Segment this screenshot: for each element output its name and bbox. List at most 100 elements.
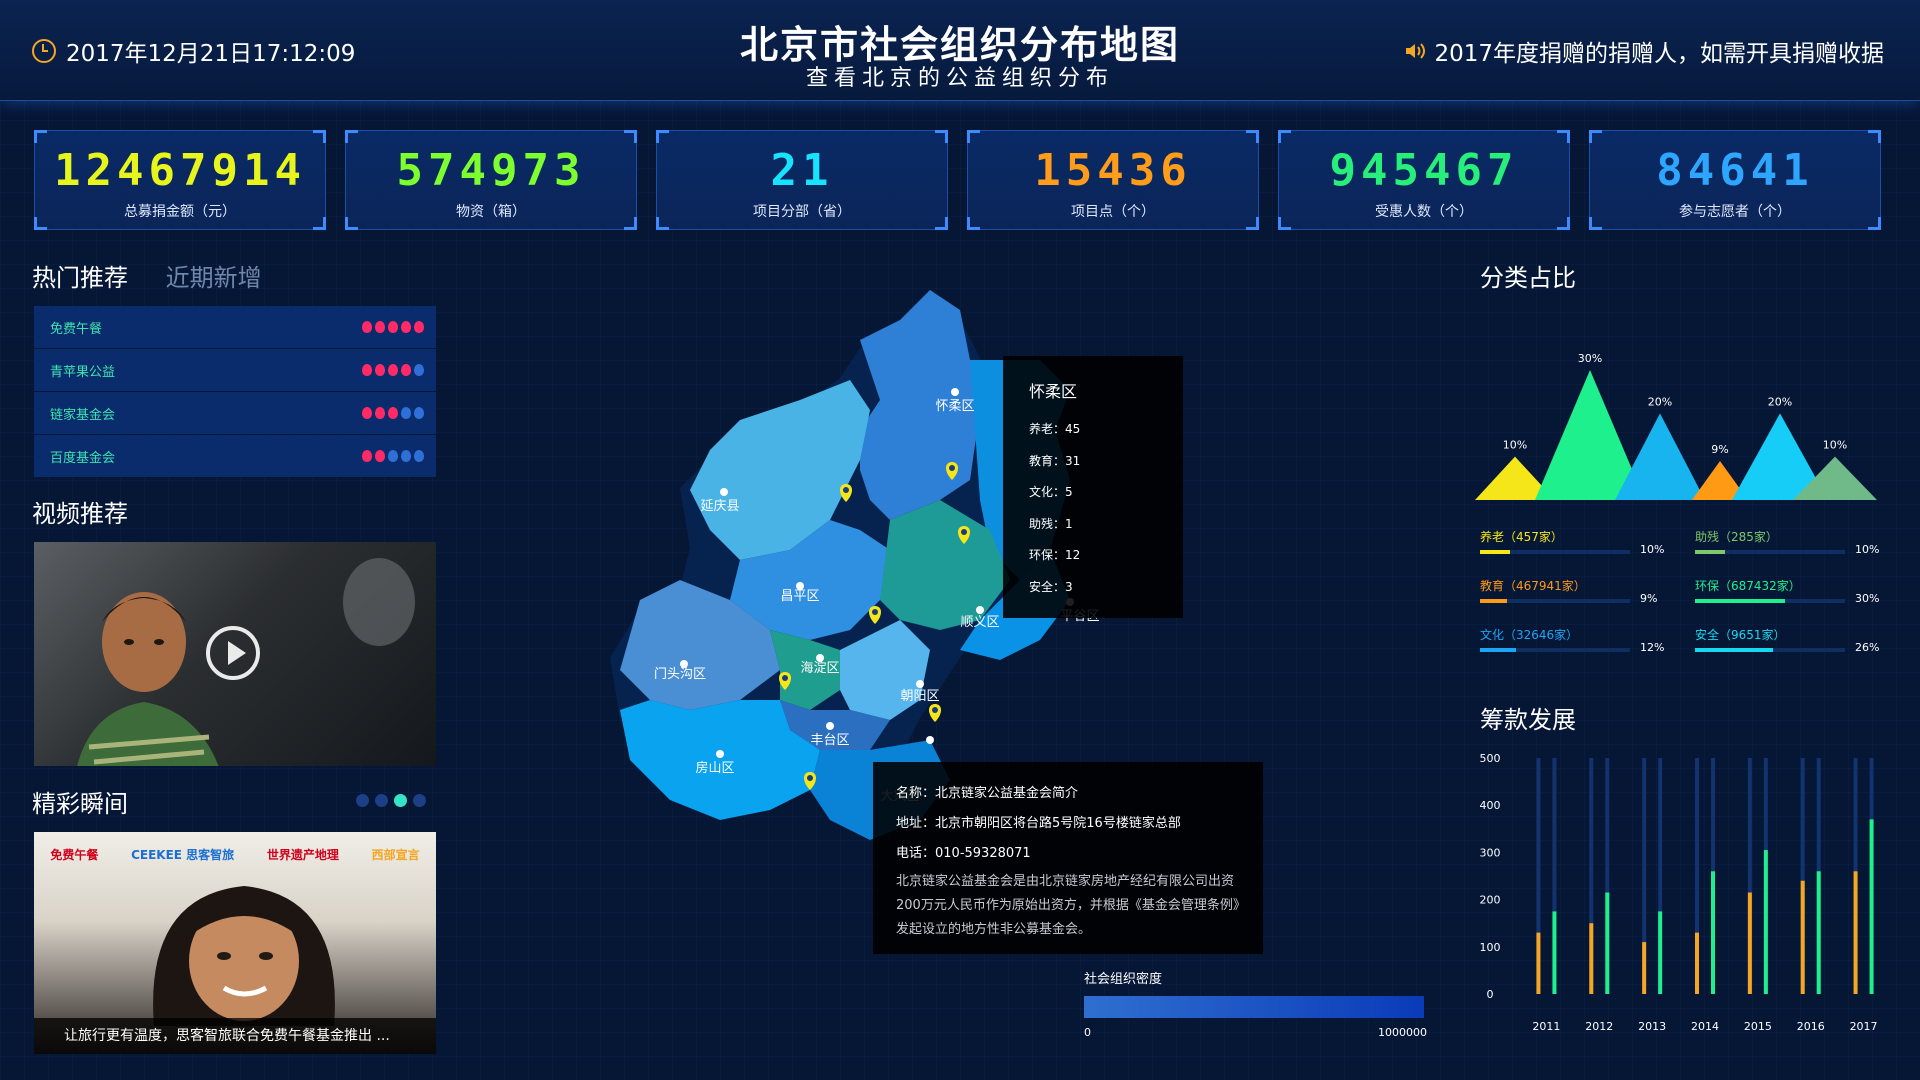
category-percent: 26% (1855, 641, 1880, 654)
hot-list: 免费午餐青苹果公益链家基金会百度基金会 (34, 306, 436, 478)
y-tick-label: 300 (1480, 846, 1501, 859)
district-dot[interactable] (916, 680, 924, 688)
video-player[interactable] (34, 542, 436, 766)
partner-logos: 免费午餐 CEEKEE 思客智旅 世界遗产地理 西部宣言 (34, 832, 436, 876)
recommend-tabs: 热门推荐 近期新增 (32, 258, 262, 293)
hot-list-item[interactable]: 百度基金会 (34, 435, 436, 477)
stat-card: 574973 物资（箱） (345, 130, 637, 230)
x-tick-label: 2017 (1850, 1020, 1878, 1033)
bar-mark (1605, 892, 1610, 994)
hot-item-name: 链家基金会 (50, 407, 116, 423)
hot-item-name: 免费午餐 (50, 321, 103, 337)
x-tick-label: 2012 (1585, 1020, 1613, 1033)
flame-icon (362, 407, 372, 419)
bar-mark (1747, 892, 1752, 994)
stat-value: 21 (770, 145, 834, 196)
district-dot[interactable] (716, 750, 724, 758)
speaker-icon (1406, 43, 1426, 59)
district-dot[interactable] (976, 606, 984, 614)
stat-card: 15436 项目点（个） (967, 130, 1259, 230)
flame-icon (375, 321, 385, 333)
stat-label: 受惠人数（个） (1375, 204, 1473, 220)
category-percent: 10% (1855, 543, 1880, 556)
stat-label: 总募捐金额（元） (124, 204, 236, 220)
tab-new[interactable]: 近期新增 (166, 264, 262, 292)
category-bar-fill (1480, 599, 1507, 603)
density-legend-bar (1084, 996, 1424, 1018)
stat-value: 12467914 (54, 145, 306, 196)
flame-rating (362, 364, 424, 376)
category-item: 环保（687432家） 30% (1695, 577, 1895, 605)
district-popup: 怀柔区 养老：45 教育：31 文化：5 助残：1 环保：12 安全：3 (1003, 356, 1183, 618)
popup-row: 环保：12 (1029, 548, 1081, 562)
play-icon[interactable] (206, 626, 260, 680)
flame-icon (388, 364, 398, 376)
district-label: 顺义区 (960, 614, 999, 629)
category-bar-fill (1695, 648, 1773, 652)
flame-rating (362, 321, 424, 333)
district-dot[interactable] (720, 488, 728, 496)
partner-logo: 西部宣言 (371, 847, 420, 862)
flame-icon (375, 407, 385, 419)
partner-logo: 免费午餐 (50, 847, 99, 862)
category-title: 分类占比 (1480, 264, 1576, 292)
flame-rating (362, 450, 424, 462)
flame-icon (401, 364, 411, 376)
district-label: 昌平区 (780, 588, 819, 603)
hot-list-item[interactable]: 青苹果公益 (34, 349, 436, 391)
org-description: 北京链家公益基金会是由北京链家房地产经纪有限公司出资200万元人民币作为原始出资… (896, 874, 1246, 937)
category-percent: 12% (1640, 641, 1665, 654)
carousel-dots (356, 794, 426, 807)
hot-list-item[interactable]: 链家基金会 (34, 392, 436, 434)
bar-mark (1552, 911, 1557, 994)
y-tick-label: 200 (1480, 894, 1501, 907)
notice-marquee[interactable]: 2017年度捐赠的捐赠人，如需开具捐赠收据 (1404, 34, 1884, 68)
category-bar-fill (1480, 648, 1516, 652)
density-legend-max: 1000000 (1378, 1026, 1427, 1039)
popup-row: 助残：1 (1029, 517, 1073, 531)
district-dot[interactable] (926, 736, 934, 744)
flame-icon (388, 450, 398, 462)
carousel-dot[interactable] (356, 794, 369, 807)
density-legend-title: 社会组织密度 (1084, 972, 1163, 987)
bar-mark (1816, 871, 1821, 994)
stat-card: 12467914 总募捐金额（元） (34, 130, 326, 230)
flame-icon (414, 407, 424, 419)
carousel-dot[interactable] (375, 794, 388, 807)
flame-icon (401, 450, 411, 462)
district-label: 房山区 (695, 760, 734, 775)
category-bar-fill (1695, 599, 1785, 603)
flame-icon (362, 450, 372, 462)
org-address: 地址：北京市朝阳区将台路5号院16号楼链家总部 (896, 816, 1181, 831)
tab-hot[interactable]: 热门推荐 (32, 264, 128, 292)
flame-icon (401, 321, 411, 333)
location-pin-icon[interactable] (929, 704, 941, 722)
moment-card[interactable]: 免费午餐 CEEKEE 思客智旅 世界遗产地理 西部宣言 让旅行更有温度，思客智… (34, 832, 436, 1054)
video-thumbnail (77, 592, 219, 766)
density-legend-min: 0 (1084, 1026, 1091, 1039)
district-label: 朝阳区 (900, 688, 939, 703)
stat-label: 项目点（个） (1071, 204, 1155, 220)
carousel-dot-active[interactable] (394, 794, 407, 807)
stat-label: 项目分部（省） (753, 204, 851, 220)
district-label: 门头沟区 (654, 666, 706, 681)
district-dot[interactable] (951, 388, 959, 396)
category-bar-fill (1695, 550, 1725, 554)
x-tick-label: 2016 (1797, 1020, 1825, 1033)
carousel-dot[interactable] (413, 794, 426, 807)
peak-label: 30% (1578, 352, 1602, 365)
hot-list-item[interactable]: 免费午餐 (34, 306, 436, 348)
x-tick-label: 2014 (1691, 1020, 1719, 1033)
x-tick-label: 2015 (1744, 1020, 1772, 1033)
bar-mark (1589, 923, 1594, 994)
bar-mark (1536, 932, 1541, 994)
partner-logo: 世界遗产地理 (266, 847, 339, 862)
header-bar: 2017年12月21日17:12:09 北京市社会组织分布地图 查看北京的公益组… (0, 0, 1920, 101)
district-dot[interactable] (826, 722, 834, 730)
flame-icon (414, 321, 424, 333)
category-bar-track (1695, 550, 1845, 554)
category-bar-fill (1480, 550, 1510, 554)
org-popup: 名称：北京链家公益基金会简介 地址：北京市朝阳区将台路5号院16号楼链家总部 电… (873, 762, 1263, 954)
district-label: 丰台区 (810, 732, 849, 747)
x-tick-label: 2013 (1638, 1020, 1666, 1033)
